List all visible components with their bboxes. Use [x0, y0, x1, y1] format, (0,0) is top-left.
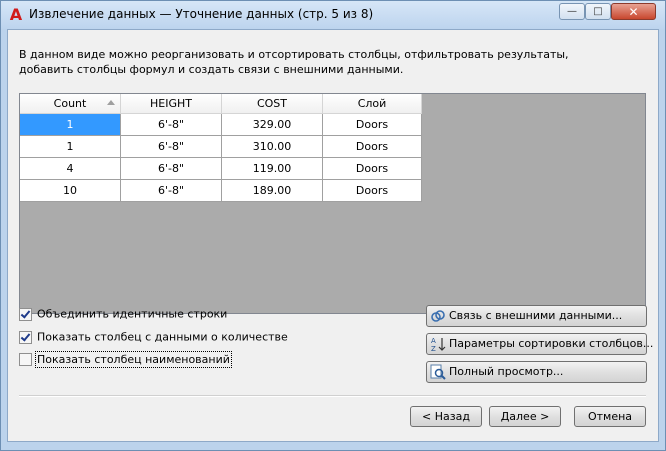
cancel-button[interactable]: Отмена: [574, 406, 646, 427]
column-header-layer[interactable]: Слой: [322, 94, 422, 114]
table-cell[interactable]: 1: [20, 113, 121, 136]
table-header-row: Count HEIGHT COST Слой: [20, 94, 422, 114]
show-names-checkbox[interactable]: [19, 352, 32, 366]
next-button[interactable]: Далее >: [489, 406, 561, 427]
preview-magnifier-icon: [430, 364, 446, 380]
footer-separator: [19, 395, 646, 397]
column-header-label: HEIGHT: [150, 97, 192, 110]
table-cell[interactable]: 329.00: [221, 113, 323, 136]
table-cell[interactable]: 4: [20, 157, 121, 180]
combine-rows-checkbox[interactable]: [19, 307, 32, 321]
full-preview-button[interactable]: Полный просмотр...: [426, 361, 647, 383]
table-cell[interactable]: 1: [20, 135, 121, 158]
table-row[interactable]: 1 6'-8" 310.00 Doors: [20, 135, 422, 158]
column-header-height[interactable]: HEIGHT: [120, 94, 222, 114]
data-table: Count HEIGHT COST Слой 1 6'-8" 329.00 Do…: [20, 94, 422, 202]
back-button[interactable]: < Назад: [410, 406, 482, 427]
svg-text:Z: Z: [431, 345, 436, 352]
table-row[interactable]: 4 6'-8" 119.00 Doors: [20, 157, 422, 180]
table-cell[interactable]: 189.00: [221, 179, 323, 202]
show-names-option[interactable]: Показать столбец наименований: [19, 350, 232, 368]
title-bar[interactable]: A Извлечение данных — Уточнение данных (…: [1, 1, 665, 29]
table-cell[interactable]: 6'-8": [120, 135, 222, 158]
minimize-button[interactable]: —: [559, 3, 585, 20]
table-cell[interactable]: 119.00: [221, 157, 323, 180]
table-cell[interactable]: Doors: [322, 135, 422, 158]
sort-ascending-icon: [107, 100, 115, 105]
column-sort-options-label: Параметры сортировки столбцов...: [449, 337, 654, 350]
full-preview-label: Полный просмотр...: [449, 365, 564, 378]
column-header-count[interactable]: Count: [20, 94, 121, 114]
column-header-label: Слой: [357, 97, 387, 110]
table-cell[interactable]: 310.00: [221, 135, 323, 158]
combine-rows-label[interactable]: Объединить идентичные строки: [37, 308, 227, 321]
table-cell[interactable]: Doors: [322, 157, 422, 180]
table-cell[interactable]: 10: [20, 179, 121, 202]
column-sort-options-button[interactable]: A Z Параметры сортировки столбцов...: [426, 333, 653, 355]
page-description: В данном виде можно реорганизовать и отс…: [19, 48, 569, 76]
link-external-data-label: Связь с внешними данными...: [449, 309, 623, 322]
column-header-label: COST: [256, 97, 288, 110]
show-count-option[interactable]: Показать столбец с данными о количестве: [19, 330, 288, 346]
link-icon: [431, 310, 445, 322]
table-cell[interactable]: Doors: [322, 113, 422, 136]
window-title: Извлечение данных — Уточнение данных (ст…: [29, 7, 374, 21]
sort-az-icon: A Z: [431, 337, 446, 352]
show-count-checkbox[interactable]: [19, 330, 32, 344]
show-names-label[interactable]: Показать столбец наименований: [35, 350, 232, 368]
combine-rows-option[interactable]: Объединить идентичные строки: [19, 307, 227, 323]
link-external-data-button[interactable]: Связь с внешними данными...: [426, 305, 647, 327]
dialog-window: A Извлечение данных — Уточнение данных (…: [0, 0, 666, 451]
table-cell[interactable]: 6'-8": [120, 179, 222, 202]
svg-text:A: A: [431, 337, 436, 345]
close-button[interactable]: ✕: [611, 3, 656, 20]
column-header-cost[interactable]: COST: [221, 94, 323, 114]
maximize-button[interactable]: □: [585, 3, 611, 20]
dialog-client: В данном виде можно реорганизовать и отс…: [7, 29, 659, 442]
show-count-label[interactable]: Показать столбец с данными о количестве: [37, 331, 288, 344]
table-cell[interactable]: 6'-8": [120, 157, 222, 180]
table-cell[interactable]: 6'-8": [120, 113, 222, 136]
table-cell[interactable]: Doors: [322, 179, 422, 202]
table-row[interactable]: 1 6'-8" 329.00 Doors: [20, 113, 422, 136]
table-row[interactable]: 10 6'-8" 189.00 Doors: [20, 179, 422, 202]
column-header-label: Count: [53, 97, 87, 110]
data-grid[interactable]: Count HEIGHT COST Слой 1 6'-8" 329.00 Do…: [19, 93, 646, 314]
autocad-logo-icon: A: [9, 5, 23, 24]
